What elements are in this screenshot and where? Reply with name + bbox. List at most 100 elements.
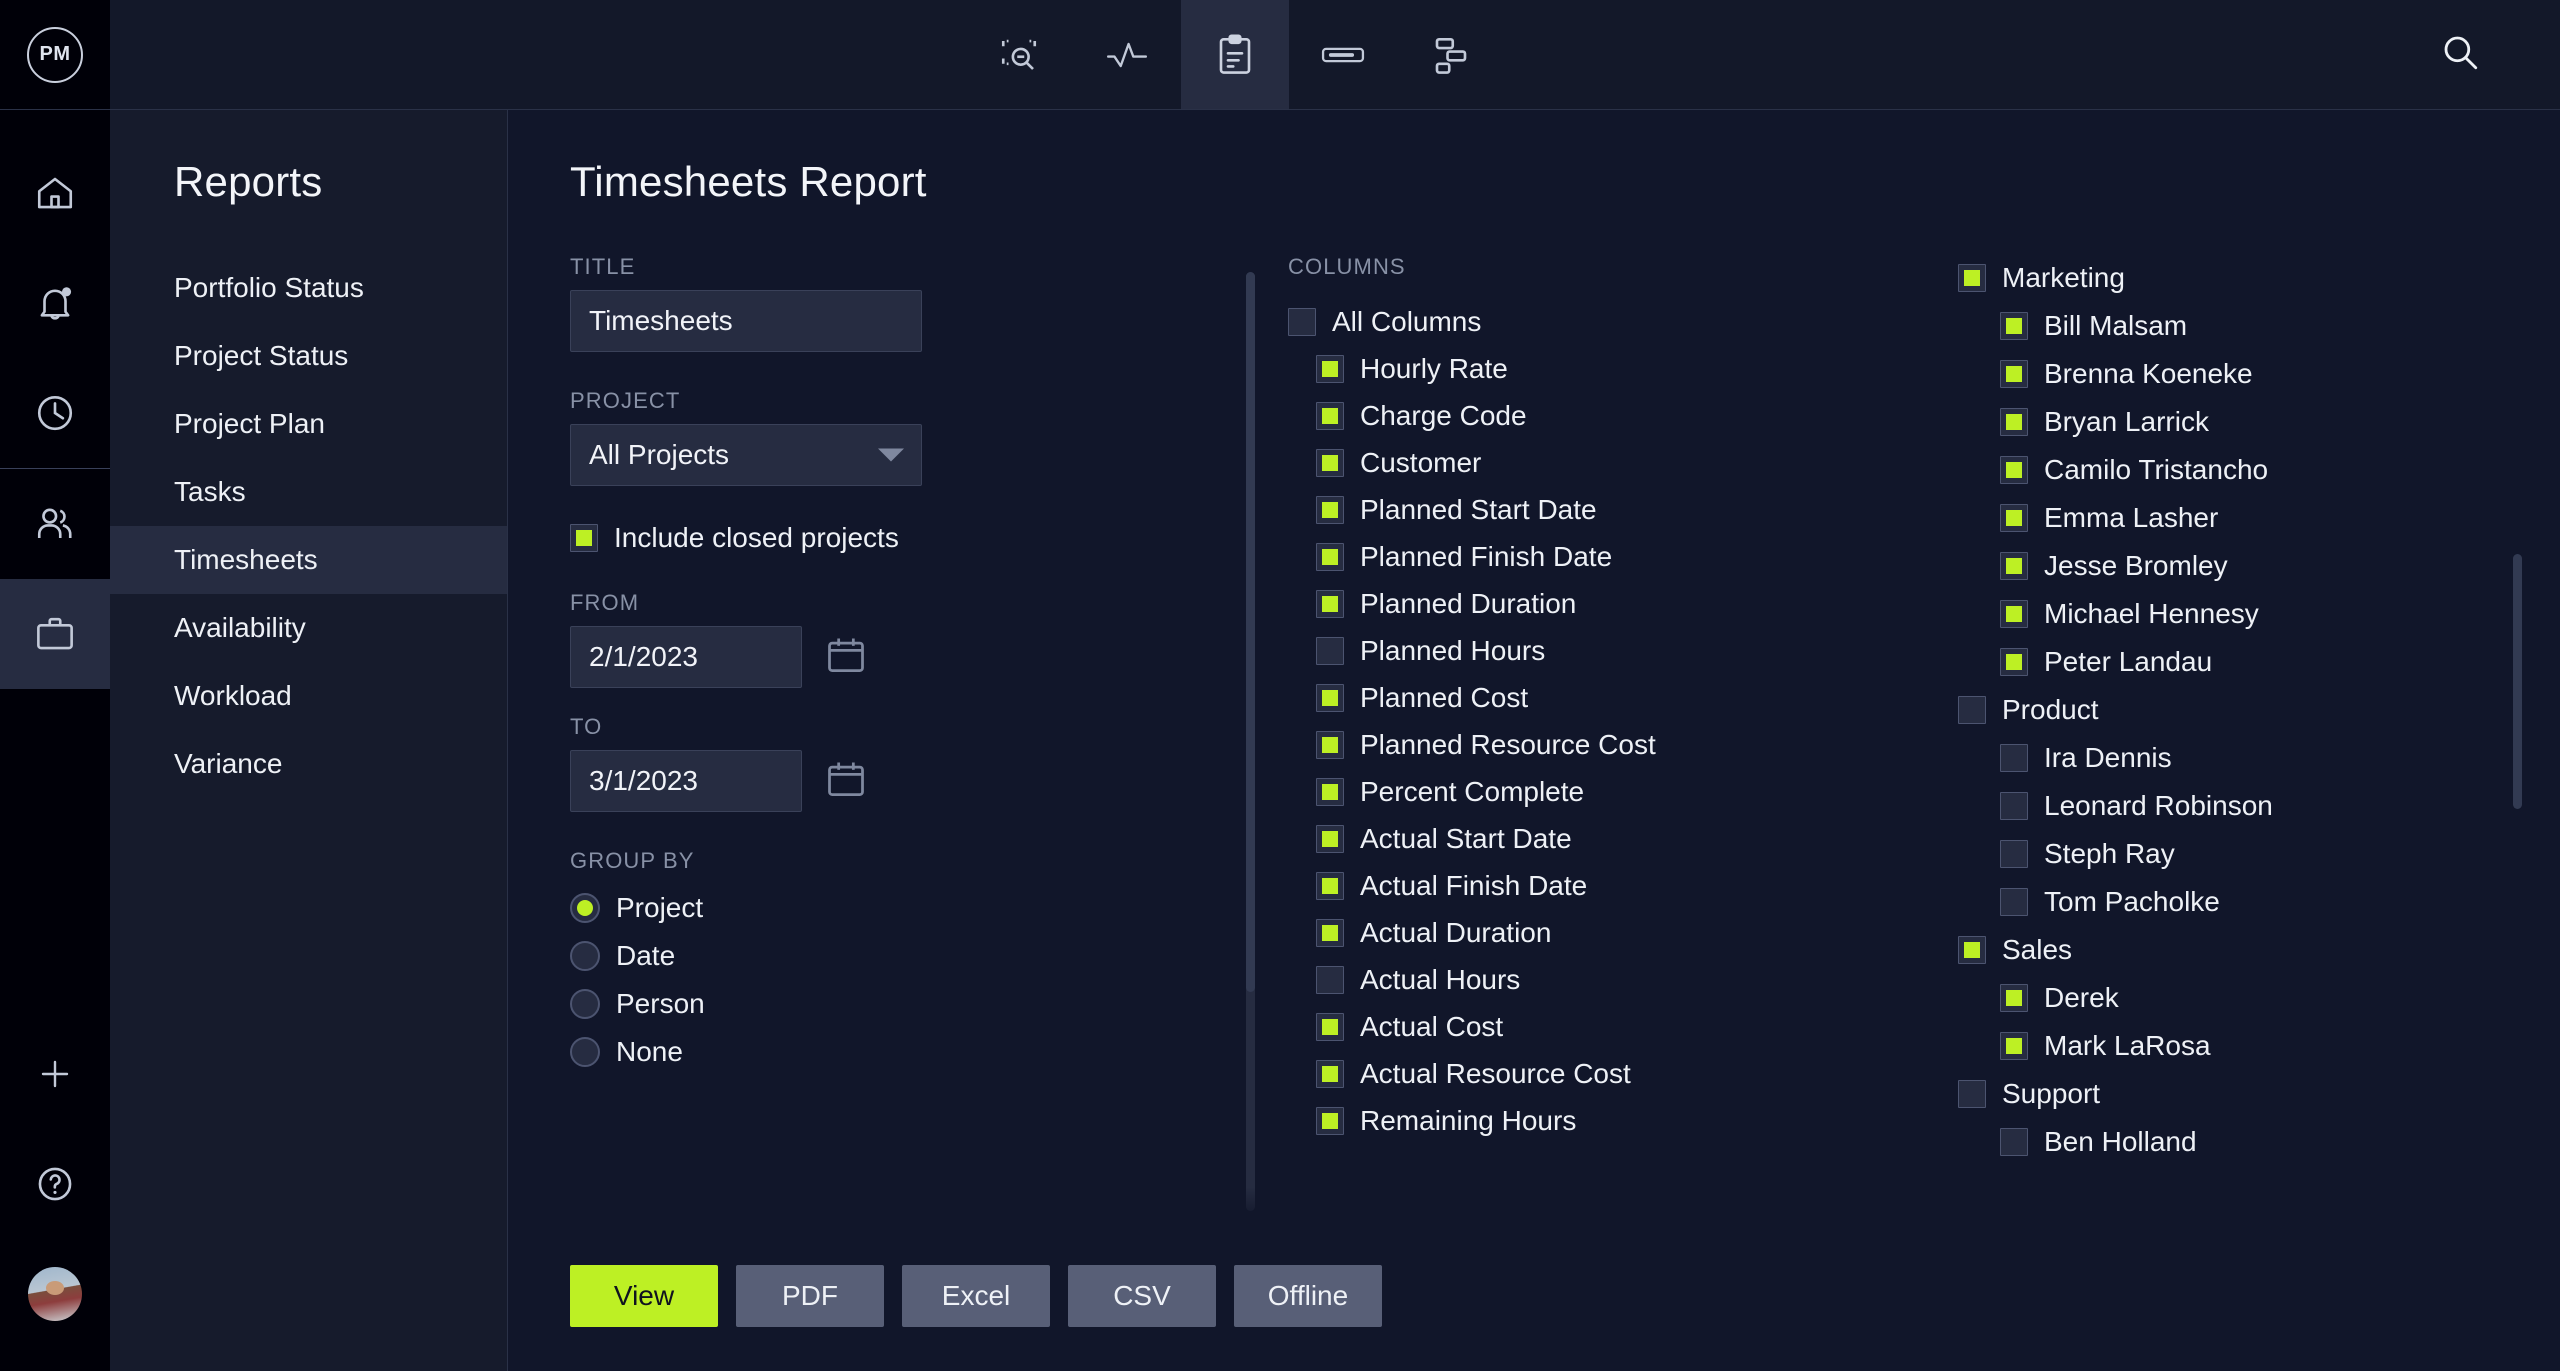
- person-item-derek[interactable]: Derek: [1958, 974, 2560, 1022]
- plus-icon[interactable]: [0, 1019, 110, 1129]
- person-item-ben-holland[interactable]: Ben Holland: [1958, 1118, 2560, 1166]
- project-field-label: PROJECT: [570, 388, 681, 413]
- checkbox-box: [1316, 401, 1344, 430]
- column-item-label: Actual Resource Cost: [1360, 1057, 1631, 1089]
- person-item-peter-landau[interactable]: Peter Landau: [1958, 638, 2560, 686]
- clipboard-icon[interactable]: [1181, 0, 1289, 109]
- person-item-marketing[interactable]: Marketing: [1958, 254, 2560, 302]
- column-item-actual-finish-date[interactable]: Actual Finish Date: [1288, 862, 1928, 909]
- radio-group-by-project[interactable]: Project: [570, 884, 1228, 932]
- person-item-bryan-larrick[interactable]: Bryan Larrick: [1958, 398, 2560, 446]
- calendar-icon[interactable]: [824, 757, 868, 806]
- search-icon[interactable]: [2439, 31, 2481, 78]
- checkbox-box: [1288, 307, 1316, 336]
- column-item-charge-code[interactable]: Charge Code: [1288, 392, 1928, 439]
- app-root: PM Reports Portfolio Status Project Stat…: [0, 0, 2560, 1371]
- column-item-actual-start-date[interactable]: Actual Start Date: [1288, 815, 1928, 862]
- checkbox-box: [1316, 683, 1344, 712]
- sidebar-item-home[interactable]: [0, 138, 110, 248]
- column-item-planned-finish-date[interactable]: Planned Finish Date: [1288, 533, 1928, 580]
- logo-cell[interactable]: PM: [0, 0, 110, 109]
- checkbox-box: [1316, 354, 1344, 383]
- person-item-camilo-tristancho[interactable]: Camilo Tristancho: [1958, 446, 2560, 494]
- sidebar-item-projects[interactable]: [0, 579, 110, 689]
- calendar-icon[interactable]: [824, 633, 868, 682]
- sidebar-item-availability[interactable]: Availability: [110, 594, 507, 662]
- checkbox-box: [2000, 552, 2028, 580]
- people-scrollbar-thumb[interactable]: [2513, 554, 2522, 809]
- radio-group-by-person[interactable]: Person: [570, 980, 1228, 1028]
- sidebar-item-people[interactable]: [0, 469, 110, 579]
- column-item-all-columns[interactable]: All Columns: [1288, 298, 1928, 345]
- checkbox-box: [1316, 871, 1344, 900]
- person-item-sales[interactable]: Sales: [1958, 926, 2560, 974]
- person-item-ira-dennis[interactable]: Ira Dennis: [1958, 734, 2560, 782]
- person-item-label: Michael Hennesy: [2044, 598, 2259, 629]
- view-button[interactable]: View: [570, 1265, 718, 1327]
- radio-group-by-none[interactable]: None: [570, 1028, 1228, 1076]
- gantt-hierarchy-icon[interactable]: [1397, 0, 1505, 109]
- column-item-actual-cost[interactable]: Actual Cost: [1288, 1003, 1928, 1050]
- column-item-label: Remaining Hours: [1360, 1104, 1577, 1136]
- column-item-planned-duration[interactable]: Planned Duration: [1288, 580, 1928, 627]
- person-item-label: Ira Dennis: [2044, 742, 2172, 773]
- sidebar-item-portfolio-status[interactable]: Portfolio Status: [110, 254, 507, 322]
- radio-group-by-date[interactable]: Date: [570, 932, 1228, 980]
- excel-button[interactable]: Excel: [902, 1265, 1050, 1327]
- pdf-button[interactable]: PDF: [736, 1265, 884, 1327]
- checkbox-box: [2000, 456, 2028, 484]
- person-item-tom-pacholke[interactable]: Tom Pacholke: [1958, 878, 2560, 926]
- column-item-label: Planned Start Date: [1360, 493, 1597, 525]
- person-item-emma-lasher[interactable]: Emma Lasher: [1958, 494, 2560, 542]
- help-circle-icon[interactable]: [0, 1129, 110, 1239]
- sidebar-item-project-status[interactable]: Project Status: [110, 322, 507, 390]
- person-item-mark-larosa[interactable]: Mark LaRosa: [1958, 1022, 2560, 1070]
- column-item-actual-resource-cost[interactable]: Actual Resource Cost: [1288, 1050, 1928, 1097]
- sidebar-item-timesheets[interactable]: Timesheets: [110, 526, 507, 594]
- checkbox-box: [2000, 1032, 2028, 1060]
- chevron-down-icon[interactable]: [878, 448, 904, 462]
- report-item-label: Portfolio Status: [174, 272, 364, 303]
- column-item-percent-complete[interactable]: Percent Complete: [1288, 768, 1928, 815]
- from-date-input[interactable]: [570, 626, 802, 688]
- offline-button[interactable]: Offline: [1234, 1265, 1382, 1327]
- activity-pulse-icon[interactable]: [1073, 0, 1181, 109]
- column-item-planned-resource-cost[interactable]: Planned Resource Cost: [1288, 721, 1928, 768]
- list-bar-icon[interactable]: [1289, 0, 1397, 109]
- sidebar-item-project-plan[interactable]: Project Plan: [110, 390, 507, 458]
- avatar[interactable]: [0, 1239, 110, 1349]
- column-item-hourly-rate[interactable]: Hourly Rate: [1288, 345, 1928, 392]
- column-item-remaining-hours[interactable]: Remaining Hours: [1288, 1097, 1928, 1144]
- person-item-jesse-bromley[interactable]: Jesse Bromley: [1958, 542, 2560, 590]
- person-item-product[interactable]: Product: [1958, 686, 2560, 734]
- columns-scrollbar-thumb[interactable]: [1246, 272, 1255, 992]
- person-item-bill-malsam[interactable]: Bill Malsam: [1958, 302, 2560, 350]
- main-columns: TITLE PROJECT All Projects Include close…: [508, 206, 2560, 1371]
- sidebar-item-tasks[interactable]: Tasks: [110, 458, 507, 526]
- project-select[interactable]: All Projects: [570, 424, 922, 486]
- column-item-actual-duration[interactable]: Actual Duration: [1288, 909, 1928, 956]
- radio-label: Date: [616, 940, 676, 971]
- include-closed-projects-checkbox[interactable]: Include closed projects: [570, 522, 1228, 554]
- overview-zoom-icon[interactable]: [965, 0, 1073, 109]
- person-item-leonard-robinson[interactable]: Leonard Robinson: [1958, 782, 2560, 830]
- csv-button[interactable]: CSV: [1068, 1265, 1216, 1327]
- title-input[interactable]: [570, 290, 922, 352]
- sidebar-item-time[interactable]: [0, 358, 110, 468]
- column-item-actual-hours[interactable]: Actual Hours: [1288, 956, 1928, 1003]
- sidebar-item-notifications[interactable]: [0, 248, 110, 358]
- column-item-label: Actual Cost: [1360, 1010, 1504, 1042]
- person-item-label: Mark LaRosa: [2044, 1030, 2211, 1061]
- person-item-steph-ray[interactable]: Steph Ray: [1958, 830, 2560, 878]
- column-item-planned-cost[interactable]: Planned Cost: [1288, 674, 1928, 721]
- person-item-brenna-koeneke[interactable]: Brenna Koeneke: [1958, 350, 2560, 398]
- to-date-input[interactable]: [570, 750, 802, 812]
- sidebar-item-variance[interactable]: Variance: [110, 730, 507, 798]
- person-item-support[interactable]: Support: [1958, 1070, 2560, 1118]
- sidebar-item-workload[interactable]: Workload: [110, 662, 507, 730]
- column-item-customer[interactable]: Customer: [1288, 439, 1928, 486]
- column-item-planned-hours[interactable]: Planned Hours: [1288, 627, 1928, 674]
- person-item-label: Derek: [2044, 982, 2119, 1013]
- person-item-michael-hennesy[interactable]: Michael Hennesy: [1958, 590, 2560, 638]
- column-item-planned-start-date[interactable]: Planned Start Date: [1288, 486, 1928, 533]
